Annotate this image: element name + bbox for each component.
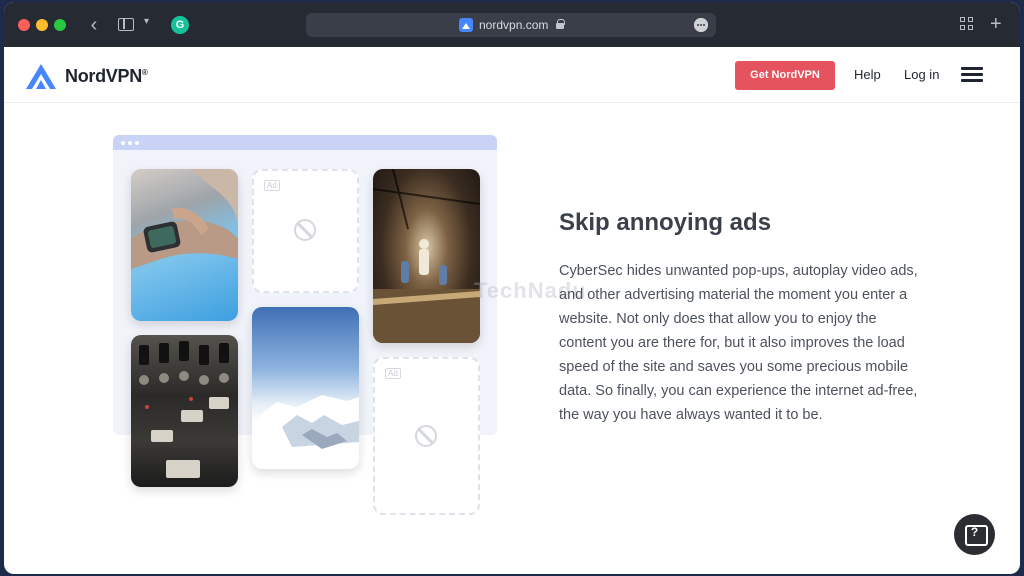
sidebar-toggle-icon[interactable] (118, 18, 134, 31)
browser-titlebar: ‹ ▾ G nordvpn.com + (4, 2, 1020, 47)
lock-icon (556, 19, 565, 29)
nav-help-link[interactable]: Help (854, 67, 881, 82)
address-bar-url[interactable]: nordvpn.com (479, 17, 548, 33)
illustration-window-bar (113, 135, 497, 150)
back-arrow-icon[interactable]: ‹ (84, 14, 104, 36)
hamburger-menu-icon[interactable] (961, 67, 983, 83)
stage-performance-photo (373, 169, 480, 343)
chevron-down-icon[interactable]: ▾ (144, 16, 149, 27)
question-icon: ? (970, 525, 979, 539)
grammarly-extension-icon[interactable]: G (171, 16, 189, 34)
address-bar[interactable]: nordvpn.com (306, 13, 716, 37)
minimize-window-button[interactable] (36, 19, 48, 31)
browser-window: ‹ ▾ G nordvpn.com + NordVPN® Get NordVPN… (4, 2, 1020, 574)
brand-name-text: NordVPN (65, 66, 142, 86)
more-options-icon[interactable] (694, 18, 708, 32)
nordvpn-logo-icon[interactable] (24, 62, 58, 90)
ad-label: Ad (264, 180, 280, 191)
blocked-icon (415, 425, 437, 447)
new-tab-icon[interactable]: + (990, 12, 1002, 36)
window-dot (135, 141, 139, 145)
site-favicon-icon (459, 18, 473, 32)
ad-label: Ad (385, 368, 401, 379)
fullscreen-window-button[interactable] (54, 19, 66, 31)
feature-heading: Skip annoying ads (559, 209, 772, 236)
blocked-ad-slot: Ad (252, 169, 359, 293)
smartwatch-photo (131, 169, 238, 321)
site-header: NordVPN® Get NordVPN Help Log in (4, 47, 1020, 103)
close-window-button[interactable] (18, 19, 30, 31)
nav-login-link[interactable]: Log in (904, 67, 939, 82)
snowy-mountain-photo (252, 307, 359, 469)
blocked-icon (294, 219, 316, 241)
window-dot (128, 141, 132, 145)
window-dot (121, 141, 125, 145)
trademark-mark: ® (141, 68, 148, 77)
feature-description: CyberSec hides unwanted pop-ups, autopla… (559, 263, 918, 423)
help-chat-button[interactable]: ? (954, 514, 995, 555)
get-nordvpn-button[interactable]: Get NordVPN (735, 61, 835, 90)
blocked-ad-slot: Ad (373, 357, 480, 515)
brand-name[interactable]: NordVPN® (65, 66, 148, 87)
tab-overview-icon[interactable] (960, 17, 974, 31)
audio-mixer-photo (131, 335, 238, 487)
